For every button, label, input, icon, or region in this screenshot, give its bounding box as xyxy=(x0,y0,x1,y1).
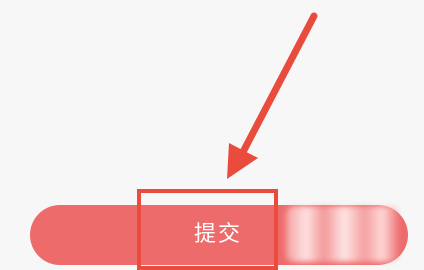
arrow-down-left-icon xyxy=(227,12,318,179)
